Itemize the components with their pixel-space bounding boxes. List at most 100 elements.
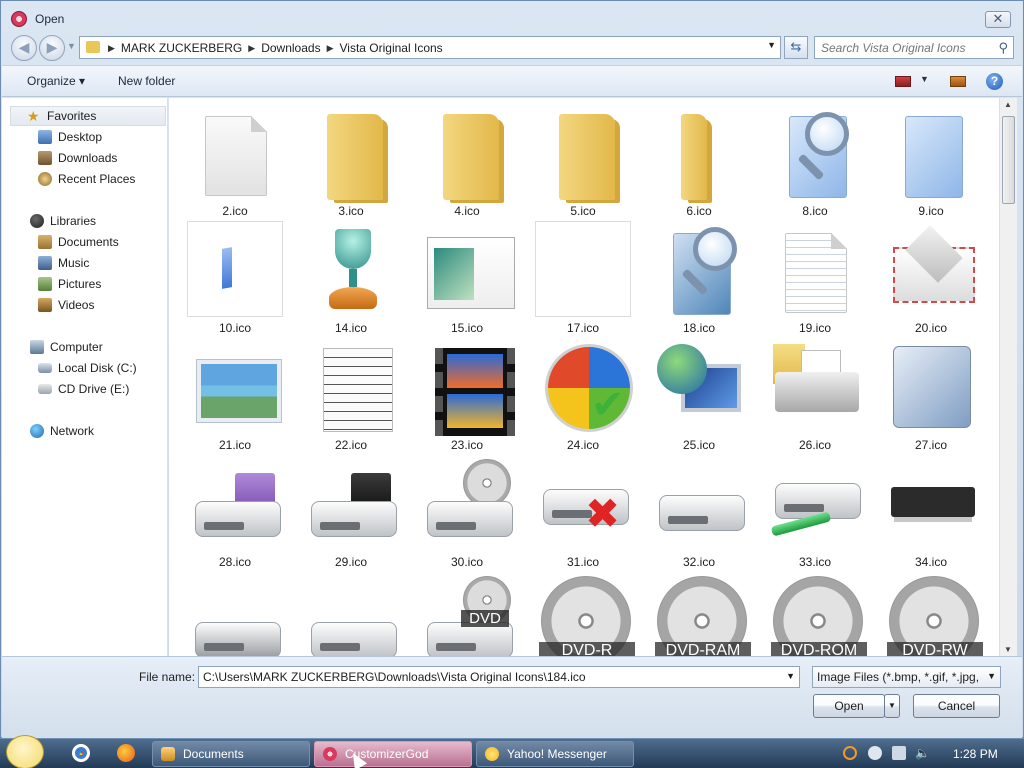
file-name-field[interactable] bbox=[203, 667, 778, 687]
refresh-button[interactable]: ⇆ bbox=[784, 36, 808, 59]
file-item[interactable]: ✔ 24.ico bbox=[533, 338, 633, 452]
volume-icon[interactable]: 🔈 bbox=[915, 746, 930, 760]
nav-label: Downloads bbox=[58, 151, 118, 165]
file-item[interactable]: 15.ico bbox=[417, 221, 517, 335]
chevron-right-icon[interactable]: ▶ bbox=[248, 41, 255, 55]
file-item[interactable]: 14.ico bbox=[301, 221, 401, 335]
nav-item-music[interactable]: Music bbox=[38, 253, 89, 273]
file-item[interactable]: DVD-RAM bbox=[649, 572, 751, 656]
change-view-icon[interactable] bbox=[895, 76, 911, 87]
breadcrumb-user[interactable]: MARK ZUCKERBERG bbox=[121, 41, 242, 55]
file-item[interactable]: 4.ico bbox=[417, 104, 517, 218]
close-button[interactable]: ✕ bbox=[985, 11, 1011, 28]
nav-item-recent-places[interactable]: Recent Places bbox=[38, 169, 135, 189]
file-item[interactable]: 25.ico bbox=[649, 338, 749, 452]
nav-item-desktop[interactable]: Desktop bbox=[38, 127, 102, 147]
breadcrumb-downloads[interactable]: Downloads bbox=[261, 41, 320, 55]
file-item[interactable]: 19.ico bbox=[765, 221, 865, 335]
file-item[interactable]: DVD-RW bbox=[881, 572, 983, 656]
navigation-pane: ★ Favorites Desktop Downloads Recent Pla… bbox=[2, 98, 168, 656]
taskbar-item-customizergod[interactable]: CustomizerGod bbox=[314, 741, 472, 767]
organize-button[interactable]: Organize ▾ bbox=[27, 74, 85, 88]
file-item[interactable] bbox=[301, 572, 401, 656]
file-item[interactable]: 32.ico bbox=[649, 455, 749, 569]
file-item[interactable]: 28.ico bbox=[185, 455, 285, 569]
window-picture-icon bbox=[423, 225, 515, 315]
vertical-scrollbar[interactable]: ▲ ▼ bbox=[999, 98, 1017, 656]
search-icon[interactable]: ⚲ bbox=[998, 40, 1008, 56]
file-item[interactable]: 29.ico bbox=[301, 455, 401, 569]
file-item[interactable]: DVD-R bbox=[533, 572, 635, 656]
file-item[interactable]: 33.ico bbox=[765, 455, 865, 569]
nav-item-videos[interactable]: Videos bbox=[38, 295, 94, 315]
nav-computer[interactable]: Computer bbox=[30, 337, 103, 357]
breadcrumb-vista-icons[interactable]: Vista Original Icons bbox=[340, 41, 443, 55]
file-item[interactable]: 2.ico bbox=[185, 104, 285, 218]
address-bar[interactable]: ▶ MARK ZUCKERBERG ▶ Downloads ▶ Vista Or… bbox=[79, 36, 781, 59]
nav-item-downloads[interactable]: Downloads bbox=[38, 148, 117, 168]
chrome-icon[interactable] bbox=[72, 744, 90, 762]
file-item[interactable]: DVD-ROM bbox=[765, 572, 867, 656]
file-item[interactable]: 8.ico bbox=[765, 104, 865, 218]
forward-button[interactable]: ▶ bbox=[39, 35, 65, 61]
new-folder-button[interactable]: New folder bbox=[118, 74, 175, 88]
chevron-right-icon[interactable]: ▶ bbox=[108, 41, 115, 55]
file-item[interactable]: 3.ico bbox=[301, 104, 401, 218]
nav-network[interactable]: Network bbox=[30, 421, 94, 441]
file-item[interactable]: 6.ico bbox=[649, 104, 749, 218]
file-item[interactable]: 9.ico bbox=[881, 104, 981, 218]
nav-favorites[interactable]: ★ Favorites bbox=[10, 106, 166, 126]
nav-libraries[interactable]: Libraries bbox=[30, 211, 96, 231]
file-item[interactable]: 10.ico bbox=[185, 221, 285, 335]
file-item[interactable]: 5.ico bbox=[533, 104, 633, 218]
file-name-combobox[interactable]: ▼ bbox=[198, 666, 800, 688]
file-item[interactable]: DVD bbox=[417, 572, 517, 656]
nav-item-pictures[interactable]: Pictures bbox=[38, 274, 101, 294]
cancel-button[interactable]: Cancel bbox=[913, 694, 1000, 718]
file-item[interactable]: 20.ico bbox=[881, 221, 981, 335]
scroll-down-icon[interactable]: ▼ bbox=[1004, 645, 1012, 654]
pictures-icon bbox=[38, 277, 52, 291]
start-button[interactable] bbox=[6, 735, 44, 768]
chevron-down-icon[interactable]: ▼ bbox=[767, 40, 776, 50]
nav-item-cd-drive[interactable]: CD Drive (E:) bbox=[38, 379, 129, 399]
nav-label: Videos bbox=[58, 298, 95, 312]
chevron-down-icon[interactable]: ▼ bbox=[786, 671, 795, 681]
taskbar-item-yahoo-messenger[interactable]: Yahoo! Messenger bbox=[476, 741, 634, 767]
scroll-up-icon[interactable]: ▲ bbox=[1004, 100, 1012, 109]
file-item[interactable]: 18.ico bbox=[649, 221, 749, 335]
network-icon bbox=[30, 424, 44, 438]
open-options-button[interactable]: ▼ bbox=[884, 694, 900, 718]
file-item[interactable]: 27.ico bbox=[881, 338, 981, 452]
nav-item-documents[interactable]: Documents bbox=[38, 232, 119, 252]
file-type-select[interactable]: Image Files (*.bmp, *.gif, *.jpg, ▼ bbox=[812, 666, 1001, 688]
file-item[interactable] bbox=[185, 572, 285, 656]
file-item[interactable]: 23.ico bbox=[417, 338, 517, 452]
clock[interactable]: 1:28 PM bbox=[953, 747, 998, 761]
back-button[interactable]: ◀ bbox=[11, 35, 37, 61]
file-item[interactable]: 26.ico bbox=[765, 338, 865, 452]
nav-item-local-disk[interactable]: Local Disk (C:) bbox=[38, 358, 137, 378]
search-box[interactable]: ⚲ bbox=[814, 36, 1014, 59]
chevron-down-icon[interactable]: ▼ bbox=[920, 74, 929, 84]
firefox-icon[interactable] bbox=[117, 744, 135, 762]
file-item[interactable]: 34.ico bbox=[881, 455, 981, 569]
file-item[interactable]: ✖ 31.ico bbox=[533, 455, 633, 569]
file-item[interactable]: 22.ico bbox=[301, 338, 401, 452]
tray-app-icon[interactable] bbox=[868, 746, 882, 760]
taskbar-item-documents[interactable]: Documents bbox=[152, 741, 310, 767]
chevron-right-icon[interactable]: ▶ bbox=[327, 41, 334, 55]
file-name: 33.ico bbox=[798, 555, 832, 569]
help-icon[interactable]: ? bbox=[986, 73, 1003, 90]
file-item[interactable]: 30.ico bbox=[417, 455, 517, 569]
file-item[interactable]: 21.ico bbox=[185, 338, 285, 452]
recent-pages-dropdown[interactable]: ▼ bbox=[67, 41, 76, 51]
chevron-down-icon[interactable]: ▼ bbox=[987, 671, 996, 681]
scrollbar-thumb[interactable] bbox=[1002, 116, 1015, 204]
file-item[interactable]: 17.ico bbox=[533, 221, 633, 335]
search-icon[interactable] bbox=[843, 746, 857, 760]
search-input[interactable] bbox=[821, 38, 991, 58]
preview-pane-icon[interactable] bbox=[950, 76, 966, 87]
network-icon[interactable] bbox=[892, 746, 906, 760]
open-button[interactable]: Open bbox=[813, 694, 885, 718]
